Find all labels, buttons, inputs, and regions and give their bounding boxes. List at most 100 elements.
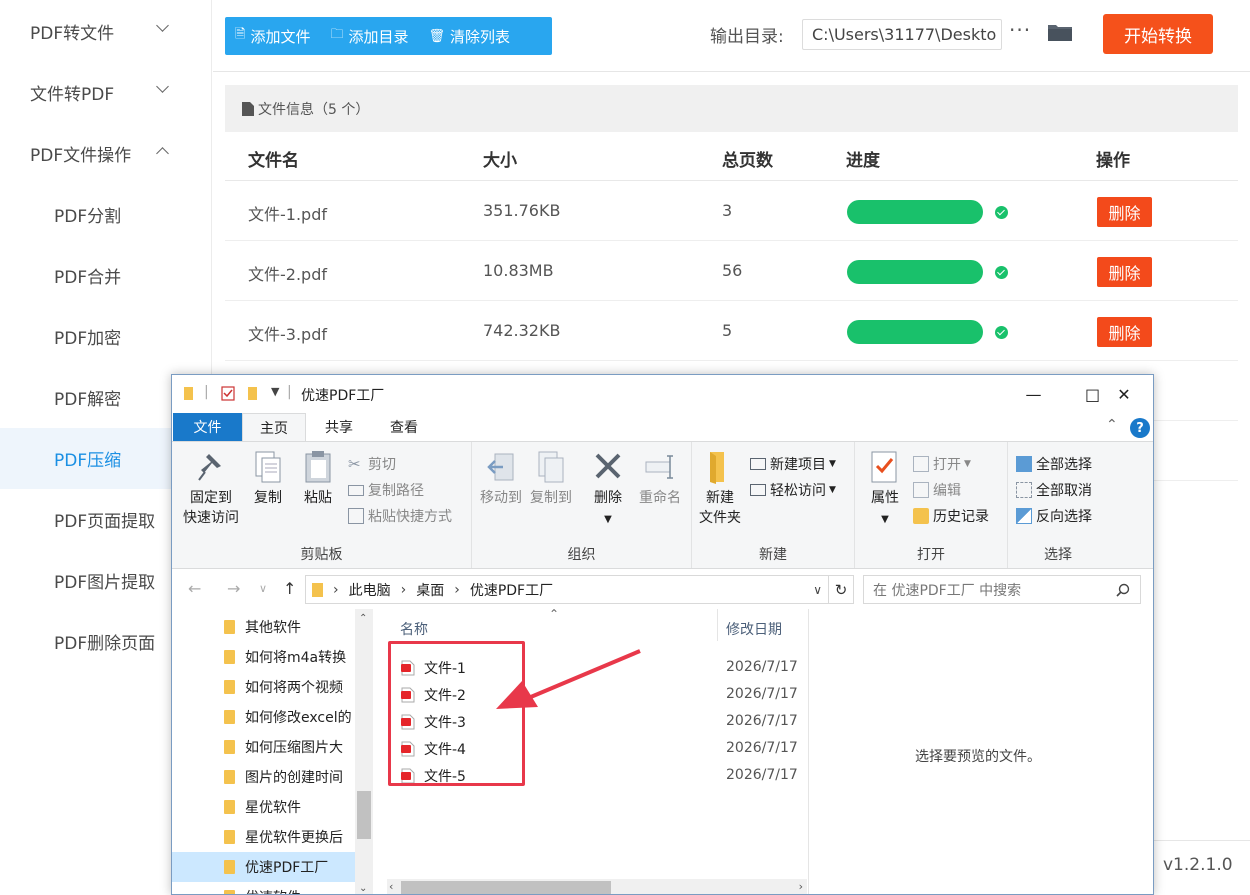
new-folder-icon[interactable] — [247, 386, 261, 401]
copy-button[interactable]: 复制 — [246, 450, 290, 508]
file-list-scrollbar[interactable]: ‹ › — [387, 879, 807, 894]
chevron-down-icon[interactable]: ∨ — [813, 583, 822, 597]
address-bar[interactable]: › 此电脑 › 桌面 › 优速PDF工厂 ∨ — [305, 575, 829, 604]
paste-shortcut-button[interactable]: 粘贴快捷方式 — [348, 506, 452, 526]
sidebar-item-pdf-ops[interactable]: PDF文件操作 — [0, 123, 211, 184]
tab-home[interactable]: 主页 — [242, 413, 306, 441]
output-dir-label: 输出目录: — [710, 27, 784, 47]
edit-button[interactable]: 编辑 — [913, 480, 961, 500]
delete-label: 删除 — [594, 490, 622, 506]
tree-item-selected[interactable]: 优速PDF工厂 — [172, 852, 356, 882]
file-size: 742.32KB — [483, 321, 561, 340]
tree-scrollbar[interactable]: ⌃ ⌄ — [355, 609, 373, 894]
tree-item[interactable]: 如何将两个视频 — [172, 672, 356, 702]
clear-list-button[interactable]: 🗑 清除列表 — [419, 17, 521, 55]
copy-to-button[interactable]: 复制到 — [526, 450, 576, 508]
scroll-right-icon[interactable]: › — [799, 880, 803, 893]
tree-item[interactable]: 其他软件 — [172, 612, 356, 642]
open-button[interactable]: 打开 ▼ — [913, 454, 971, 474]
pin-quick-access-button[interactable]: 固定到 快速访问 — [178, 450, 244, 528]
properties-button[interactable]: 属性 ▼ — [863, 450, 907, 530]
file-info-label: 文件信息（5 个） — [258, 101, 370, 118]
tree-item[interactable]: 图片的创建时间 — [172, 762, 356, 792]
delete-button[interactable]: 删除 — [1097, 197, 1152, 227]
forward-arrow-icon[interactable]: → — [227, 579, 240, 598]
chevron-right-icon: › — [333, 581, 339, 598]
cut-button[interactable]: ✂ 剪切 — [348, 454, 396, 474]
edit-icon — [913, 482, 929, 498]
new-item-button[interactable]: 新建项目 ▼ — [750, 454, 836, 474]
sidebar-item-split[interactable]: PDF分割 — [0, 184, 211, 245]
table-row: 文件-2.pdf 10.83MB 56 删除 — [225, 241, 1238, 301]
col-header-name[interactable]: 名称 — [400, 619, 428, 639]
file-size: 351.76KB — [483, 201, 561, 220]
add-file-button[interactable]: 🗎 添加文件 — [225, 17, 320, 55]
col-header-date[interactable]: 修改日期 — [726, 619, 782, 639]
breadcrumb-desktop[interactable]: 桌面 — [416, 580, 444, 600]
file-item-date: 2026/7/17 — [726, 713, 798, 729]
sidebar-item-label: PDF解密 — [54, 390, 122, 410]
copy-to-icon — [538, 451, 564, 483]
sidebar-item-pdf-to-file[interactable]: PDF转文件 — [0, 1, 211, 62]
tree-item[interactable]: 如何将m4a转换 — [172, 642, 356, 672]
tree-item[interactable]: 星优软件 — [172, 792, 356, 822]
output-dir-field[interactable]: C:\Users\31177\Deskto — [802, 19, 1002, 50]
paste-shortcut-label: 粘贴快捷方式 — [368, 509, 452, 525]
customize-quick-access-icon[interactable]: ▼ — [271, 385, 279, 398]
separator: | — [287, 384, 292, 400]
select-all-button[interactable]: 全部选择 — [1016, 454, 1092, 474]
scrollbar-thumb[interactable] — [357, 791, 371, 839]
rename-button[interactable]: 重命名 — [634, 450, 686, 508]
move-to-button[interactable]: 移动到 — [476, 450, 526, 508]
recent-locations-icon[interactable]: ∨ — [259, 582, 267, 595]
scroll-down-icon[interactable]: ⌄ — [359, 883, 367, 894]
delete-button[interactable]: 删除 — [1097, 317, 1152, 347]
sidebar-item-encrypt[interactable]: PDF加密 — [0, 306, 211, 367]
copy-path-button[interactable]: 复制路径 — [348, 480, 424, 500]
easy-access-button[interactable]: 轻松访问 ▼ — [750, 480, 836, 500]
sidebar-item-merge[interactable]: PDF合并 — [0, 245, 211, 306]
tree-item-label: 如何修改excel的 — [245, 710, 352, 726]
tab-view[interactable]: 查看 — [374, 413, 434, 441]
add-directory-button[interactable]: 🗀 添加目录 — [320, 17, 418, 55]
invert-selection-icon — [1016, 508, 1032, 524]
delete-file-button[interactable]: 删除 ▼ — [586, 450, 630, 530]
tree-item[interactable]: 优速软件 — [172, 882, 356, 894]
tree-item[interactable]: 如何压缩图片大 — [172, 732, 356, 762]
open-folder-icon[interactable] — [1047, 22, 1073, 42]
select-none-label: 全部取消 — [1036, 483, 1092, 499]
sidebar-item-file-to-pdf[interactable]: 文件转PDF — [0, 62, 211, 123]
select-none-button[interactable]: 全部取消 — [1016, 480, 1092, 500]
file-item-date: 2026/7/17 — [726, 740, 798, 756]
collapse-ribbon-icon[interactable]: ⌃ — [1106, 417, 1118, 433]
pin-label-2: 快速访问 — [183, 510, 239, 526]
col-header-size: 大小 — [483, 151, 517, 171]
invert-selection-button[interactable]: 反向选择 — [1016, 506, 1092, 526]
search-input[interactable]: 在 优速PDF工厂 中搜索 — [863, 575, 1141, 604]
back-arrow-icon[interactable]: ← — [188, 579, 201, 598]
scrollbar-thumb[interactable] — [401, 881, 611, 894]
more-options-button[interactable]: ··· — [1009, 18, 1031, 42]
close-button[interactable]: ✕ — [1094, 379, 1153, 409]
paste-button[interactable]: 粘贴 — [296, 450, 340, 508]
refresh-button[interactable]: ↻ — [829, 575, 854, 604]
minimize-button[interactable]: — — [1004, 379, 1063, 409]
window-title: 优速PDF工厂 — [301, 388, 385, 404]
tab-file[interactable]: 文件 — [173, 413, 242, 441]
scroll-up-icon[interactable]: ⌃ — [359, 613, 367, 624]
breadcrumb-folder[interactable]: 优速PDF工厂 — [470, 580, 553, 600]
breadcrumb-this-pc[interactable]: 此电脑 — [349, 580, 391, 600]
folder-icon — [224, 740, 235, 754]
properties-check-icon[interactable] — [221, 386, 235, 401]
tab-share[interactable]: 共享 — [309, 413, 369, 441]
help-icon[interactable]: ? — [1130, 418, 1150, 438]
new-folder-button[interactable]: 新建 文件夹 — [694, 450, 746, 528]
tree-item[interactable]: 如何修改excel的 — [172, 702, 356, 732]
up-arrow-icon[interactable]: ↑ — [283, 579, 296, 598]
tree-item-label: 优速PDF工厂 — [245, 860, 329, 876]
delete-button[interactable]: 删除 — [1097, 257, 1152, 287]
history-button[interactable]: 历史记录 — [913, 506, 989, 526]
tree-item[interactable]: 星优软件更换后 — [172, 822, 356, 852]
start-convert-button[interactable]: 开始转换 — [1103, 14, 1213, 54]
scroll-left-icon[interactable]: ‹ — [389, 880, 393, 893]
